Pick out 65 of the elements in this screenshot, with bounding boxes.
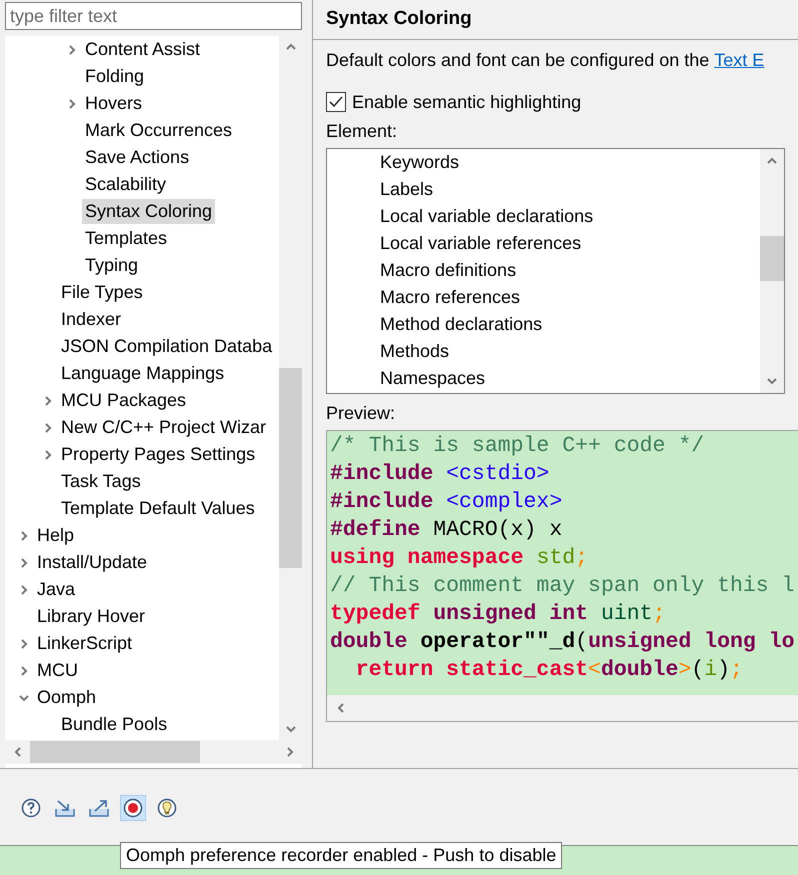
list-item[interactable]: Macro definitions: [380, 257, 760, 284]
code-line: double operator""_d(unsigned long lo: [330, 629, 796, 656]
check-icon: [329, 96, 343, 108]
code-line: using namespace std;: [330, 545, 590, 572]
tree-item[interactable]: Task Tags: [58, 469, 144, 494]
code-line: #define MACRO(x) x: [330, 517, 564, 544]
tree-item[interactable]: JSON Compilation Databa: [58, 334, 276, 359]
tree-item[interactable]: Typing: [82, 253, 142, 278]
element-label: Element:: [326, 120, 398, 143]
tree-item[interactable]: New C/C++ Project Wizar: [58, 415, 270, 440]
tree-item[interactable]: Scalability: [82, 172, 170, 197]
code-line: /* This is sample C++ code */: [330, 433, 706, 460]
tree-item[interactable]: Templates: [82, 226, 170, 251]
description-text: Default colors and font can be configured on the: [326, 48, 710, 72]
tree-item[interactable]: Java: [34, 577, 78, 602]
filter-field[interactable]: type filter text: [5, 2, 302, 30]
scrollbar-thumb[interactable]: [760, 236, 784, 281]
preview-label: Preview:: [326, 402, 396, 425]
tree-item[interactable]: Language Mappings: [58, 361, 228, 386]
tree-item[interactable]: MCU Packages: [58, 388, 190, 413]
tree-item[interactable]: Property Pages Settings: [58, 442, 258, 467]
tree-item[interactable]: Template Default Values: [58, 496, 258, 521]
tree-item[interactable]: Indexer: [58, 307, 124, 332]
list-item[interactable]: Local variable references: [380, 230, 760, 257]
toolbar-button[interactable]: [120, 795, 146, 821]
scrollbar-thumb[interactable]: [30, 741, 200, 763]
export-icon: [88, 798, 110, 818]
tree-item[interactable]: Syntax Coloring: [82, 199, 216, 224]
page-title: Syntax Coloring: [326, 7, 472, 32]
scrollbar[interactable]: [327, 695, 798, 721]
scrollbar[interactable]: [760, 149, 784, 393]
tree-item[interactable]: Bundle Pools: [58, 712, 170, 737]
tree-item[interactable]: File Types: [58, 280, 146, 305]
checkbox[interactable]: [326, 92, 346, 112]
record-icon: [123, 798, 143, 818]
tree-item[interactable]: Folding: [82, 64, 148, 89]
tree-item[interactable]: Help: [34, 523, 78, 548]
scrollbar-thumb[interactable]: [279, 368, 302, 568]
tree-item[interactable]: Content Assist: [82, 37, 204, 62]
help-icon: [21, 798, 41, 818]
code-line: return static_cast<double>(i);: [354, 657, 744, 684]
list-item[interactable]: Keywords: [380, 149, 760, 176]
tree-item[interactable]: MCU: [34, 658, 81, 683]
list-item[interactable]: Namespaces: [380, 365, 760, 392]
text-editor-link[interactable]: Text E: [714, 46, 764, 74]
tooltip: Oomph preference recorder enabled - Push to disable: [120, 842, 562, 869]
list-item[interactable]: Labels: [380, 176, 760, 203]
checkbox-label: Enable semantic highlighting: [352, 90, 582, 114]
code-line: // This comment may span only this l: [330, 573, 796, 600]
code-line: typedef unsigned int uint;: [330, 601, 666, 628]
code-line: #include <cstdio>: [330, 461, 550, 488]
tree-item[interactable]: Save Actions: [82, 145, 192, 170]
tree-item[interactable]: LinkerScript: [34, 631, 136, 656]
tree-item[interactable]: Library Hover: [34, 604, 148, 629]
tree-item[interactable]: Install/Update: [34, 550, 150, 575]
list-item[interactable]: Local variable declarations: [380, 203, 760, 230]
tree-item[interactable]: Mark Occurrences: [82, 118, 236, 143]
list-item[interactable]: Method declarations: [380, 311, 760, 338]
list-item[interactable]: Macro references: [380, 284, 760, 311]
list-item[interactable]: Methods: [380, 338, 760, 365]
import-icon: [54, 798, 76, 818]
code-line: #include <complex>: [330, 489, 564, 516]
lightbulb-icon: [157, 798, 177, 818]
tree-item[interactable]: Hovers: [82, 91, 146, 116]
tree-item[interactable]: Oomph: [34, 685, 100, 710]
